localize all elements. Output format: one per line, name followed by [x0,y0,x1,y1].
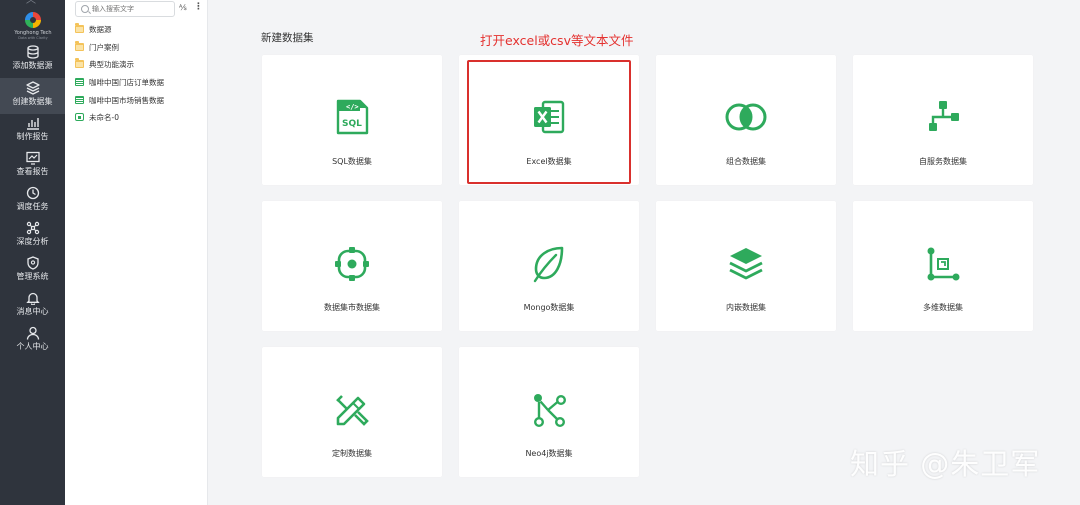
pencil-ruler-icon [336,395,369,426]
brand-tagline: Data with Clarity [18,36,48,40]
card-label: 内嵌数据集 [726,303,766,312]
card-mongo-dataset[interactable]: Mongo数据集 [459,201,639,331]
brand-logo: Yonghong Tech Data with Clarity [8,12,58,40]
tree-item-label: 门户案例 [89,42,119,52]
tree-item[interactable]: 门户案例 [75,40,119,54]
page-title: 新建数据集 [261,32,314,44]
tree-item-label: 典型功能演示 [89,59,134,69]
nav-label: 个人中心 [16,342,49,351]
nav-label: 创建数据集 [12,97,53,106]
filter-tool-icon[interactable]: ⅍ [179,3,187,12]
card-label: 组合数据集 [726,157,766,166]
network-icon [26,221,39,235]
flow-icon [929,101,959,131]
search-icon [81,5,89,13]
nav-label: 调度任务 [16,202,49,211]
card-data-mart-dataset[interactable]: 数据集市数据集 [262,201,442,331]
nav-label: 消息中心 [16,307,49,316]
leaf-icon [533,246,564,283]
highlight-box [467,60,631,184]
tree-item[interactable]: 咖啡中国市场销售数据 [75,93,164,107]
tree-item[interactable]: 数据源 [75,22,112,36]
graph-nodes-icon [533,394,567,428]
nav-item-deep-analysis[interactable]: 深度分析 [0,218,65,254]
card-multidimensional-dataset[interactable]: 多维数据集 [853,201,1033,331]
layers-icon [25,81,40,95]
table-icon [75,78,84,86]
card-neo4j-dataset[interactable]: Neo4j数据集 [459,347,639,477]
card-label: Neo4j数据集 [525,449,573,458]
svg-text:</>: </> [346,103,359,111]
nav-item-make-report[interactable]: 制作报告 [0,113,65,149]
card-label: Mongo数据集 [523,303,575,312]
nav-item-personal-center[interactable]: 个人中心 [0,323,65,359]
card-combined-dataset[interactable]: 组合数据集 [656,55,836,185]
nav-label: 管理系统 [16,272,49,281]
tree-item[interactable]: 未命名-0 [75,110,119,124]
overlap-circles-icon [725,103,767,131]
sql-file-icon: </> SQL [336,99,369,135]
table-icon [75,96,84,104]
nav-item-message-center[interactable]: 消息中心 [0,288,65,324]
card-label: 自服务数据集 [919,157,967,166]
user-icon [26,326,39,340]
logo-icon [25,12,41,28]
database-icon [26,45,39,59]
tree-item[interactable]: 咖啡中国门店订单数据 [75,75,164,89]
nav-item-create-dataset[interactable]: 创建数据集 [0,78,65,114]
nav-item-add-datasource[interactable]: 添加数据源 [0,42,65,78]
bar-chart-icon [26,118,39,130]
bell-icon [25,292,40,305]
tree-item-label: 咖啡中国市场销售数据 [89,95,164,105]
monitor-chart-icon [25,151,40,165]
shield-icon [26,256,39,270]
tree-search-box[interactable] [75,1,175,17]
nav-label: 查看报告 [16,167,49,176]
watermark: 知乎 @朱卫军 [850,447,1041,481]
card-label: 多维数据集 [923,303,963,312]
tree-item-label: 咖啡中国门店订单数据 [89,77,164,87]
tree-item-label: 数据源 [89,24,112,34]
tree-search-input[interactable] [92,2,172,16]
main-panel: 新建数据集 打开excel或csv等文本文件 </> SQL SQL数据集 Exc… [209,0,1080,505]
clock-icon [26,186,39,200]
tree-item-label: 未命名-0 [89,112,119,122]
axis-cube-icon [927,247,960,281]
card-self-service-dataset[interactable]: 自服务数据集 [853,55,1033,185]
nav-label: 深度分析 [16,237,49,246]
card-label: SQL数据集 [332,157,372,166]
target-icon [335,247,369,281]
left-nav: ︿ Yonghong Tech Data with Clarity 添加数据源 … [0,0,65,505]
nav-item-schedule-task[interactable]: 调度任务 [0,183,65,219]
folder-icon [75,23,84,33]
folder-icon [75,41,84,51]
card-custom-dataset[interactable]: 定制数据集 [262,347,442,477]
folder-icon [75,58,84,68]
card-label: 定制数据集 [332,449,372,458]
nav-label: 制作报告 [16,132,49,141]
annotation-text: 打开excel或csv等文本文件 [480,33,634,48]
nav-label: 添加数据源 [12,61,53,70]
more-menu-icon[interactable]: ⋮ [194,2,203,12]
card-label: 数据集市数据集 [324,303,380,312]
resource-tree-panel: ⅍ ⋮ 数据源 门户案例 典型功能演示 咖啡中国门店订单数据 咖啡中国市场销售数… [65,0,208,505]
nav-item-system-admin[interactable]: 管理系统 [0,253,65,289]
tree-item[interactable]: 典型功能演示 [75,57,134,71]
card-sql-dataset[interactable]: </> SQL SQL数据集 [262,55,442,185]
nav-item-view-report[interactable]: 查看报告 [0,148,65,184]
svg-text:SQL: SQL [342,119,362,129]
collapse-arrow-icon[interactable]: ︿ [26,0,36,6]
dataset-icon [75,113,84,121]
card-embedded-dataset[interactable]: 内嵌数据集 [656,201,836,331]
stack-layers-icon [729,248,763,280]
